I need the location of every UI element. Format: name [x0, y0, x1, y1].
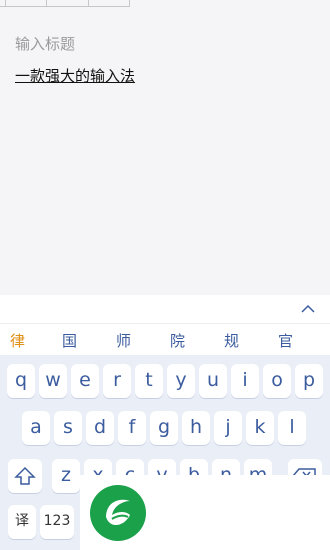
candidate-item[interactable]: 国 — [62, 330, 77, 351]
key-h[interactable]: h — [182, 411, 210, 445]
body-text[interactable]: 一款强大的输入法 — [15, 65, 135, 86]
shift-icon — [14, 466, 36, 485]
key-o[interactable]: o — [263, 364, 291, 398]
top-table-grid — [0, 0, 130, 7]
numbers-key[interactable]: 123 — [40, 505, 74, 539]
logo-overlay — [80, 475, 330, 550]
grid-divider — [129, 0, 130, 6]
chevron-up-icon[interactable] — [300, 301, 316, 317]
candidate-item[interactable]: 师 — [116, 330, 131, 351]
key-i[interactable]: i — [231, 364, 259, 398]
key-w[interactable]: w — [39, 364, 67, 398]
key-p[interactable]: p — [295, 364, 323, 398]
grid-bottom-line — [0, 0, 130, 7]
key-d[interactable]: d — [86, 411, 114, 445]
key-g[interactable]: g — [150, 411, 178, 445]
key-l[interactable]: l — [278, 411, 306, 445]
keyboard-toolbar — [0, 295, 330, 324]
key-e[interactable]: e — [71, 364, 99, 398]
translate-key[interactable]: 译 — [8, 505, 36, 539]
key-j[interactable]: j — [214, 411, 242, 445]
candidate-item[interactable]: 规 — [224, 330, 239, 351]
key-s[interactable]: s — [54, 411, 82, 445]
grid-divider — [88, 0, 89, 6]
key-u[interactable]: u — [199, 364, 227, 398]
key-k[interactable]: k — [246, 411, 274, 445]
key-t[interactable]: t — [135, 364, 163, 398]
key-y[interactable]: y — [167, 364, 195, 398]
key-z[interactable]: z — [52, 459, 80, 493]
shift-key[interactable] — [8, 459, 42, 493]
key-r[interactable]: r — [103, 364, 131, 398]
grid-divider — [46, 0, 47, 6]
key-a[interactable]: a — [22, 411, 50, 445]
leaf-logo-icon — [90, 485, 146, 541]
title-input[interactable]: 输入标题 — [15, 33, 75, 54]
candidate-item[interactable]: 官 — [278, 330, 293, 351]
candidate-item[interactable]: 律 — [10, 330, 25, 351]
candidate-item[interactable]: 院 — [170, 330, 185, 351]
key-q[interactable]: q — [7, 364, 35, 398]
candidate-bar: 律 国 师 院 规 官 — [0, 324, 330, 354]
key-f[interactable]: f — [118, 411, 146, 445]
grid-divider — [5, 0, 6, 6]
